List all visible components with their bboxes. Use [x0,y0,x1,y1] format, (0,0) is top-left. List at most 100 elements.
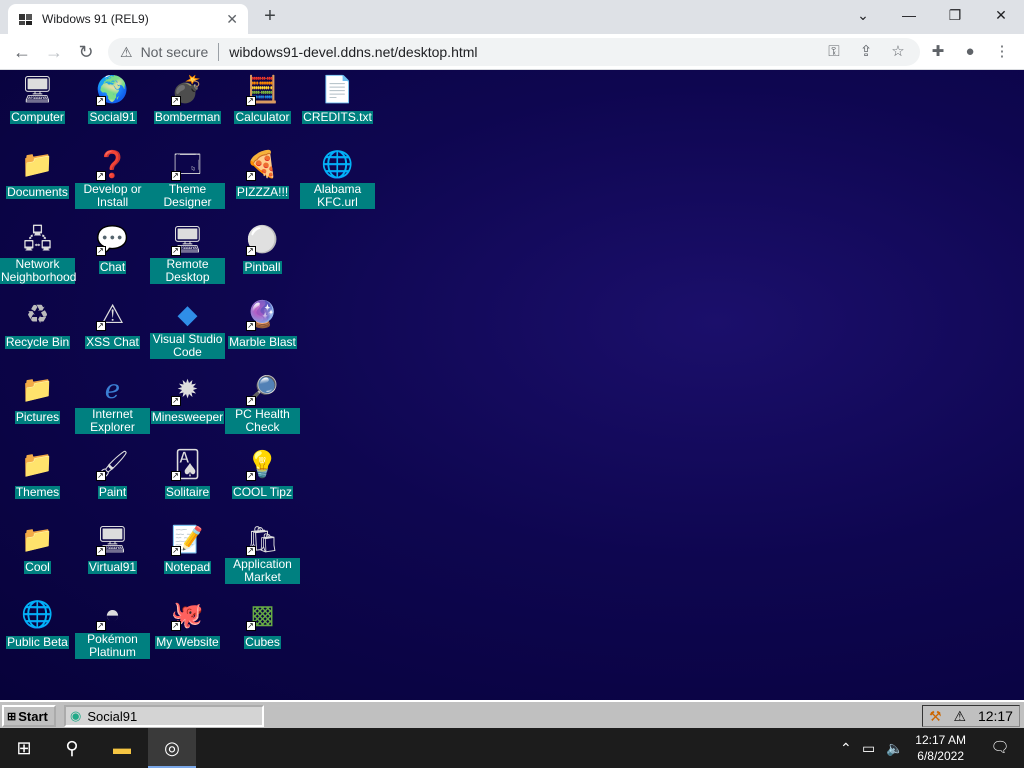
restore-button[interactable]: ❐ [932,0,978,30]
desktop-icon-label: Marble Blast [228,335,297,349]
warning-icon[interactable]: ⚠ [120,44,133,61]
new-tab-button[interactable]: + [258,4,282,28]
desktop-icon-credits-txt[interactable]: 📄 CREDITS.txt [300,70,375,126]
desktop-icon-label: Cubes [244,635,281,649]
task-button-social91[interactable]: ◉ Social91 [64,705,264,727]
shortcut-arrow-icon: ↗ [245,621,256,631]
desktop-icon-social91[interactable]: 🌍 ↗ Social91 [75,70,150,126]
desktop-icon-alabama-kfc-url[interactable]: 🌐 Alabama KFC.url [300,145,375,211]
desktop-icon-marble-blast[interactable]: 🔮 ↗ Marble Blast [225,295,300,351]
close-window-button[interactable]: ✕ [978,0,1024,30]
search-icon[interactable]: ⚲ [48,728,96,768]
shopping-bag-icon: 🛍 ↗ [245,524,279,556]
desktop-icon-pictures[interactable]: 📁 Pictures [0,370,75,426]
desktop-icon-computer[interactable]: 🖥 Computer [0,70,75,126]
desktop-icon-public-beta[interactable]: 🌐 Public Beta [0,595,75,651]
globe-icon: 🌍 ↗ [95,74,129,106]
network-icon[interactable]: ▭ [862,740,875,757]
desktop-icon-label: Visual Studio Code [150,333,225,359]
desktop-icon-notepad[interactable]: 📝 ↗ Notepad [150,520,225,576]
desktop-icon-remote-desktop[interactable]: 🖥 ↗ Remote Desktop [150,220,225,286]
notepad-icon: 📝 ↗ [170,524,204,556]
desktop-icon-pok-mon-platinum[interactable]: ◓ ↗ Pokémon Platinum [75,595,150,661]
shortcut-arrow-icon: ↗ [170,96,181,106]
notification-center-icon[interactable]: 🗨 [976,728,1024,768]
desktop-icon-theme-designer[interactable]: 🗔 ↗ Theme Designer [150,145,225,211]
desktop-icon-xss-chat[interactable]: ⚠ ↗ XSS Chat [75,295,150,351]
extensions-icon[interactable]: ✚ [926,40,950,64]
shortcut-arrow-icon: ↗ [170,546,181,556]
reload-button[interactable]: ↻ [74,40,98,64]
chrome-icon[interactable]: ◎ [148,728,196,768]
paint-icon: 🖌 ↗ [95,449,129,481]
tab-search-button[interactable]: ⌄ [840,0,886,30]
desktop-icon-cool[interactable]: 📁 Cool [0,520,75,576]
start-button[interactable]: ⊞ Start [2,705,56,727]
profile-avatar-icon[interactable]: ● [958,40,982,64]
bookmark-star-icon[interactable]: ☆ [886,40,910,64]
ie-file-icon: 🌐 [321,149,354,179]
volume-icon[interactable]: 🔈 [886,740,903,757]
desktop-icon-virtual91[interactable]: 🖥 ↗ Virtual91 [75,520,150,576]
desktop-icon-cubes[interactable]: ▩ ↗ Cubes [225,595,300,651]
share-icon[interactable]: ⇪ [854,40,878,64]
globe-icon: ◉ [70,708,82,723]
show-hidden-icons-icon[interactable]: ⌃ [840,740,852,757]
tray-tool-icon[interactable]: ⚒ [929,708,942,725]
windows-clock[interactable]: 12:17 AM 6/8/2022 [915,732,966,764]
computer-icon: 🖥 [20,74,54,104]
shortcut-arrow-icon: ↗ [95,246,106,256]
tray-clock[interactable]: 12:17 [978,708,1013,724]
desktop-icon-pinball[interactable]: ⚪ ↗ Pinball [225,220,300,276]
desktop-icon-label: Bomberman [153,110,222,124]
file-explorer-icon[interactable]: ▬ [98,728,146,768]
key-icon[interactable]: ⚿ [822,40,846,64]
pizza-icon: 🍕 ↗ [245,149,279,181]
desktop-icon-label: Themes [14,485,61,499]
desktop-icon-chat[interactable]: 💬 ↗ Chat [75,220,150,276]
tab-close-icon[interactable]: ✕ [226,11,238,28]
system-tray: ⚒ ⚠ 12:17 [922,705,1020,727]
desktop-icon-develop-or-install[interactable]: ❓ ↗ Develop or Install [75,145,150,211]
desktop-icon-recycle-bin[interactable]: ♻ Recycle Bin [0,295,75,351]
menu-kebab-icon[interactable]: ⋮ [990,40,1014,64]
desktop-icon-internet-explorer[interactable]: ℯ Internet Explorer [75,370,150,436]
desktop-icon-bomberman[interactable]: 💣 ↗ Bomberman [150,70,225,126]
browser-tab[interactable]: Wibdows 91 (REL9) ✕ [8,4,248,34]
task-label: Social91 [87,708,138,724]
computer-icon: 🖥 ↗ [95,524,129,556]
desktop-icon-label: PIZZZA!!! [235,185,290,199]
minimize-button[interactable]: — [886,0,932,30]
desktop-area[interactable]: 🖥 Computer 🌍 ↗ Social91 💣 ↗ Bomberman 🧮 ↗ Calculat… [0,70,1024,700]
address-bar[interactable]: ⚠ Not secure wibdows91-devel.ddns.net/de… [108,38,920,66]
desktop-icon-visual-studio-code[interactable]: ◆ Visual Studio Code [150,295,225,361]
desktop-icon-pc-health-check[interactable]: 🔎 ↗ PC Health Check [225,370,300,436]
shortcut-arrow-icon: ↗ [245,321,256,331]
desktop-icon-themes[interactable]: 📁 Themes [0,445,75,501]
desktop-icon-network-neighborhood[interactable]: 🖧 Network Neighborhood [0,220,77,286]
desktop-icon-documents[interactable]: 📁 Documents [0,145,75,201]
desktop-icon-cool-tipz[interactable]: 💡 ↗ COOL Tipz [225,445,300,501]
forward-button[interactable]: → [42,40,66,64]
desktop-icon-paint[interactable]: 🖌 ↗ Paint [75,445,150,501]
shortcut-arrow-icon: ↗ [245,246,256,256]
windows-start-icon[interactable]: ⊞ [0,728,48,768]
back-button[interactable]: ← [10,40,34,64]
tray-warning-icon[interactable]: ⚠ [953,708,966,725]
shortcut-arrow-icon: ↗ [245,171,256,181]
not-secure-label[interactable]: Not secure [141,44,209,60]
desktop-icon-label: Calculator [234,110,291,124]
url-text[interactable]: wibdows91-devel.ddns.net/desktop.html [229,44,477,60]
desktop-icon-my-website[interactable]: 🐙 ↗ My Website [150,595,225,651]
desktop-icon-solitaire[interactable]: 🂡 ↗ Solitaire [150,445,225,501]
text-file-icon: 📄 [321,74,354,104]
start-label: Start [18,708,48,724]
shortcut-arrow-icon: ↗ [95,471,106,481]
shortcut-arrow-icon: ↗ [170,396,181,406]
desktop-icon-application-market[interactable]: 🛍 ↗ Application Market [225,520,300,586]
desktop-icon-pizzza[interactable]: 🍕 ↗ PIZZZA!!! [225,145,300,201]
desktop-icon-calculator[interactable]: 🧮 ↗ Calculator [225,70,300,126]
desktop-icon-label: Notepad [163,560,212,574]
desktop-icon-minesweeper[interactable]: ✹ ↗ Minesweeper [150,370,225,426]
desktop-icon-label: Network Neighborhood [0,257,77,284]
